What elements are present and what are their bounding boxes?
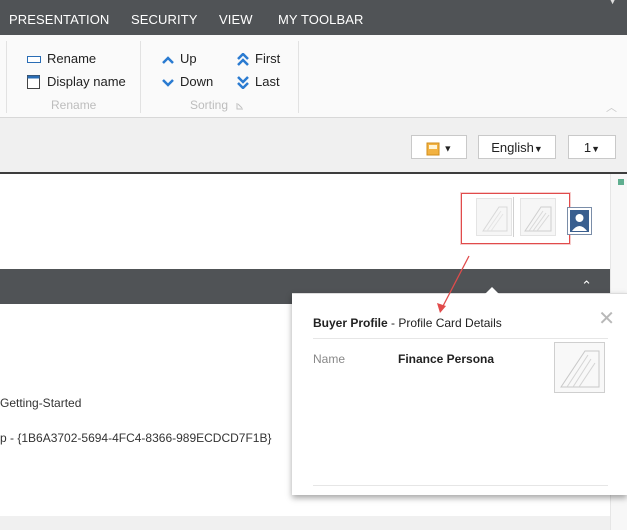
divider — [313, 485, 608, 486]
chevron-down-icon[interactable]: ▼ — [608, 0, 617, 6]
profile-card-popup: ✕ Buyer Profile - Profile Card Details N… — [292, 287, 627, 495]
display-name-label: Display name — [47, 74, 126, 89]
user-icon[interactable] — [567, 207, 592, 235]
first-button[interactable]: First — [237, 50, 280, 68]
image-placeholder-icon — [482, 206, 508, 232]
up-button[interactable]: Up — [162, 50, 197, 68]
close-icon[interactable]: ✕ — [598, 306, 615, 331]
rename-button[interactable]: Rename — [27, 50, 96, 68]
up-label: Up — [180, 51, 197, 66]
down-button[interactable]: Down — [162, 73, 213, 91]
display-name-button[interactable]: Display name — [27, 73, 126, 91]
divider — [513, 197, 514, 237]
item-id-text: p - {1B6A3702-5694-4FC4-8366-989ECDCD7F1… — [0, 431, 272, 445]
profile-image-thumbnail[interactable] — [554, 342, 605, 393]
tab-view[interactable]: VIEW — [219, 12, 253, 27]
dialog-launcher-icon[interactable] — [236, 102, 244, 110]
chevron-down-icon: ▼ — [591, 144, 601, 154]
image-thumbnail[interactable] — [476, 198, 512, 236]
first-icon — [237, 53, 249, 66]
scroll-up-icon[interactable]: ⌃ — [581, 278, 592, 294]
language-value: English — [491, 140, 534, 155]
avatar-glyph — [570, 210, 589, 232]
collapse-ribbon-icon[interactable]: ︿ — [606, 99, 617, 115]
field-value: Finance Persona — [398, 352, 495, 366]
chevron-down-icon: ▼ — [533, 144, 543, 154]
content-icon-dropdown[interactable]: ▼ — [411, 135, 467, 159]
tab-presentation[interactable]: PRESENTATION — [9, 12, 109, 27]
version-dropdown[interactable]: 1▼ — [568, 135, 616, 159]
item-path-text: Getting-Started — [0, 396, 82, 410]
rename-icon — [27, 55, 41, 63]
tab-security[interactable]: SECURITY — [131, 12, 198, 27]
up-icon — [162, 55, 174, 64]
bottom-strip — [0, 516, 610, 530]
popup-notch — [485, 287, 499, 294]
image-placeholder-icon — [524, 206, 552, 232]
down-label: Down — [180, 74, 214, 89]
last-icon — [237, 76, 249, 90]
rename-group-label: Rename — [51, 98, 97, 112]
first-label: First — [255, 51, 281, 66]
popup-title: Buyer Profile - Profile Card Details — [313, 316, 502, 330]
highlighted-image-field[interactable] — [461, 193, 570, 244]
ribbon-panel: Rename Display name Rename Up Down First… — [0, 35, 627, 118]
image-placeholder-icon — [560, 350, 600, 388]
last-button[interactable]: Last — [237, 73, 280, 91]
rename-label: Rename — [47, 51, 97, 66]
validation-indicator[interactable] — [618, 179, 624, 185]
ribbon-divider — [298, 41, 299, 113]
divider — [313, 338, 608, 339]
display-name-icon — [27, 75, 40, 90]
content-toolbar: ▼ English▼ 1▼ — [0, 118, 627, 174]
chevron-down-icon: ▼ — [443, 143, 453, 154]
image-thumbnail[interactable] — [520, 198, 556, 236]
ribbon-tab-bar: PRESENTATION SECURITY VIEW MY TOOLBAR ▼ — [0, 0, 627, 35]
down-icon — [162, 78, 174, 87]
ribbon-divider — [6, 41, 7, 113]
popup-title-rest: - Profile Card Details — [387, 316, 502, 330]
ribbon-divider — [140, 41, 141, 113]
field-label: Name — [313, 352, 346, 366]
sorting-group-label: Sorting — [190, 98, 229, 112]
language-dropdown[interactable]: English▼ — [478, 135, 556, 159]
popup-title-bold: Buyer Profile — [313, 316, 388, 330]
last-label: Last — [255, 74, 280, 89]
tab-my-toolbar[interactable]: MY TOOLBAR — [278, 12, 364, 27]
file-icon — [426, 142, 440, 156]
